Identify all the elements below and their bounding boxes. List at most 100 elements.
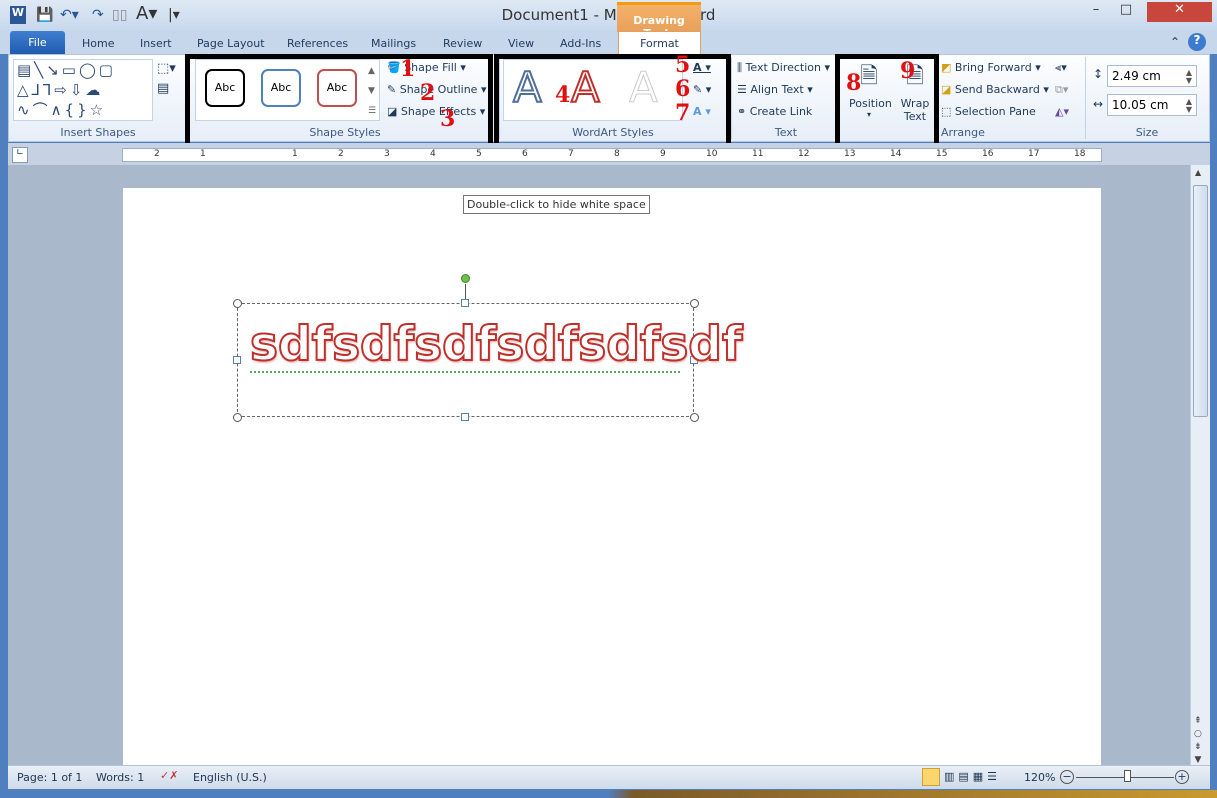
ruler-label: 16 xyxy=(982,149,994,159)
text-direction-icon: ⫼ xyxy=(737,61,743,74)
send-backward-button[interactable]: ◪ Send Backward ▾ xyxy=(941,83,1049,96)
minimize-button[interactable]: – xyxy=(1082,2,1110,22)
desktop-background xyxy=(0,790,1217,798)
shape-width-input[interactable]: 10.05 cm ▲ ▼ xyxy=(1107,94,1197,116)
annotation-number: 9 xyxy=(900,58,916,84)
tooltip: Double-click to hide white space xyxy=(463,195,650,214)
shape-width-icon: ↔ xyxy=(1093,97,1104,111)
ruler-label: 5 xyxy=(476,149,482,159)
align-icon[interactable]: ⫷▾ xyxy=(1055,61,1067,75)
bring-forward-icon: ◩ xyxy=(941,61,952,74)
tab-page-layout[interactable]: Page Layout xyxy=(197,37,265,50)
resize-handle[interactable] xyxy=(233,299,242,308)
tab-references[interactable]: References xyxy=(287,37,348,50)
page-count[interactable]: Page: 1 of 1 xyxy=(17,771,82,784)
edit-shape-icon[interactable]: ⬚▾ xyxy=(157,61,176,76)
zoom-out-button[interactable]: − xyxy=(1060,770,1074,784)
zoom-in-button[interactable]: + xyxy=(1175,770,1189,784)
tab-home[interactable]: Home xyxy=(82,37,114,50)
resize-handle[interactable] xyxy=(461,413,469,421)
proofing-icon[interactable]: ✓✗ xyxy=(160,769,178,782)
ruler-label: 6 xyxy=(522,149,528,159)
tab-mailings[interactable]: Mailings xyxy=(371,37,416,50)
ruler-label: 14 xyxy=(890,149,902,159)
annotation-number: 2 xyxy=(420,80,436,106)
annotation-box xyxy=(185,54,493,152)
link-icon: ⚭ xyxy=(737,105,747,118)
group-icon[interactable]: ⧉▾ xyxy=(1055,83,1068,97)
tab-review[interactable]: Review xyxy=(443,37,482,50)
annotation-number: 6 xyxy=(675,76,691,102)
text-group-label: Text xyxy=(774,126,798,139)
scroll-up-icon[interactable]: ▲ xyxy=(1195,168,1201,177)
zoom-level[interactable]: 120% xyxy=(1024,771,1055,784)
zoom-slider-thumb[interactable] xyxy=(1124,770,1132,782)
create-link-button[interactable]: ⚭ Create Link xyxy=(737,105,812,118)
bring-forward-button[interactable]: ◩ Bring Forward ▾ xyxy=(941,61,1041,74)
shape-height-icon: ↕ xyxy=(1093,67,1104,81)
print-layout-icon[interactable] xyxy=(922,768,940,786)
tab-add-ins[interactable]: Add-Ins xyxy=(560,37,601,50)
ruler-label: 17 xyxy=(1028,149,1040,159)
view-icons[interactable]: ▥▤▦☰ xyxy=(944,770,1001,783)
horizontal-ruler[interactable]: 2 1 1 2 3 4 5 6 7 8 9 10 11 12 13 14 15 16 17 18 xyxy=(122,148,1102,162)
annotation-box xyxy=(494,54,731,156)
maximize-button[interactable]: □ xyxy=(1112,2,1140,22)
annotation-number: 5 xyxy=(675,52,691,78)
minimize-ribbon-icon[interactable]: ⌃ xyxy=(1170,35,1180,49)
text-direction-button[interactable]: ⫼ Text Direction ▾ xyxy=(737,61,830,75)
annotation-number: 4 xyxy=(555,82,571,108)
ruler-label: 8 xyxy=(614,149,620,159)
ruler-label: 9 xyxy=(660,149,666,159)
rotate-icon[interactable]: ◭▾ xyxy=(1055,105,1069,118)
browse-object-icons[interactable]: ⇞ ○ ⇟ ▼ xyxy=(1194,715,1202,767)
ruler-label: 2 xyxy=(154,149,160,159)
resize-handle[interactable] xyxy=(233,413,242,422)
ruler-label: 10 xyxy=(706,149,718,159)
tab-insert[interactable]: Insert xyxy=(140,37,172,50)
ruler-label: 4 xyxy=(430,149,436,159)
selection-pane-button[interactable]: ⬚ Selection Pane xyxy=(941,105,1036,118)
tab-view[interactable]: View xyxy=(508,37,534,50)
word-count[interactable]: Words: 1 xyxy=(96,771,144,784)
resize-handle[interactable] xyxy=(461,299,469,307)
resize-handle[interactable] xyxy=(690,413,699,422)
help-icon[interactable]: ? xyxy=(1188,33,1206,51)
shape-height-input[interactable]: 2.49 cm ▲ ▼ xyxy=(1107,65,1197,87)
annotation-number: 7 xyxy=(675,100,691,126)
ruler-label: 15 xyxy=(936,149,948,159)
wordart-text[interactable]: sdfsdfsdfsdfsdfsdf xyxy=(249,316,743,373)
resize-handle[interactable] xyxy=(690,299,699,308)
align-text-icon: ☰ xyxy=(737,83,747,96)
language[interactable]: English (U.S.) xyxy=(193,771,267,784)
annotation-number: 3 xyxy=(440,106,456,132)
tab-selector-icon[interactable]: ∟ xyxy=(12,147,28,163)
draw-text-box-icon[interactable]: ▤ xyxy=(157,81,169,96)
drawing-tools-label: Drawing Tools xyxy=(617,2,701,40)
rotate-handle[interactable] xyxy=(461,274,470,283)
align-text-button[interactable]: ☰ Align Text ▾ xyxy=(737,83,813,96)
ruler-label: 1 xyxy=(200,149,206,159)
create-link-label: Create Link xyxy=(749,105,813,118)
ruler-label: 12 xyxy=(798,149,810,159)
arrange-label: Arrange xyxy=(941,126,985,139)
scrollbar-thumb[interactable] xyxy=(1193,185,1208,417)
document-page[interactable] xyxy=(123,188,1101,768)
selection-pane-label: Selection Pane xyxy=(954,105,1036,118)
tab-file[interactable]: File xyxy=(10,31,65,54)
send-backward-label: Send Backward xyxy=(954,83,1040,96)
window-title: Document1 - Microsoft Word xyxy=(501,6,716,24)
ruler-label: 3 xyxy=(384,149,390,159)
resize-handle[interactable] xyxy=(233,356,241,364)
annotation-box xyxy=(835,54,939,154)
annotation-number: 1 xyxy=(400,56,416,82)
ruler-label: 18 xyxy=(1074,149,1086,159)
close-button[interactable]: ✕ xyxy=(1147,2,1212,22)
insert-shapes-label: Insert Shapes xyxy=(60,126,136,139)
shapes-gallery[interactable]: ▤╲↘▭◯▢ △⅃⅂⇨⇩☁ ∿⌒∧{}☆ xyxy=(13,59,153,121)
text-direction-label: Text Direction xyxy=(745,61,821,74)
annotation-number: 8 xyxy=(846,70,862,96)
ruler-label: 7 xyxy=(568,149,574,159)
bring-forward-label: Bring Forward xyxy=(954,61,1032,74)
ruler-label: 13 xyxy=(844,149,856,159)
